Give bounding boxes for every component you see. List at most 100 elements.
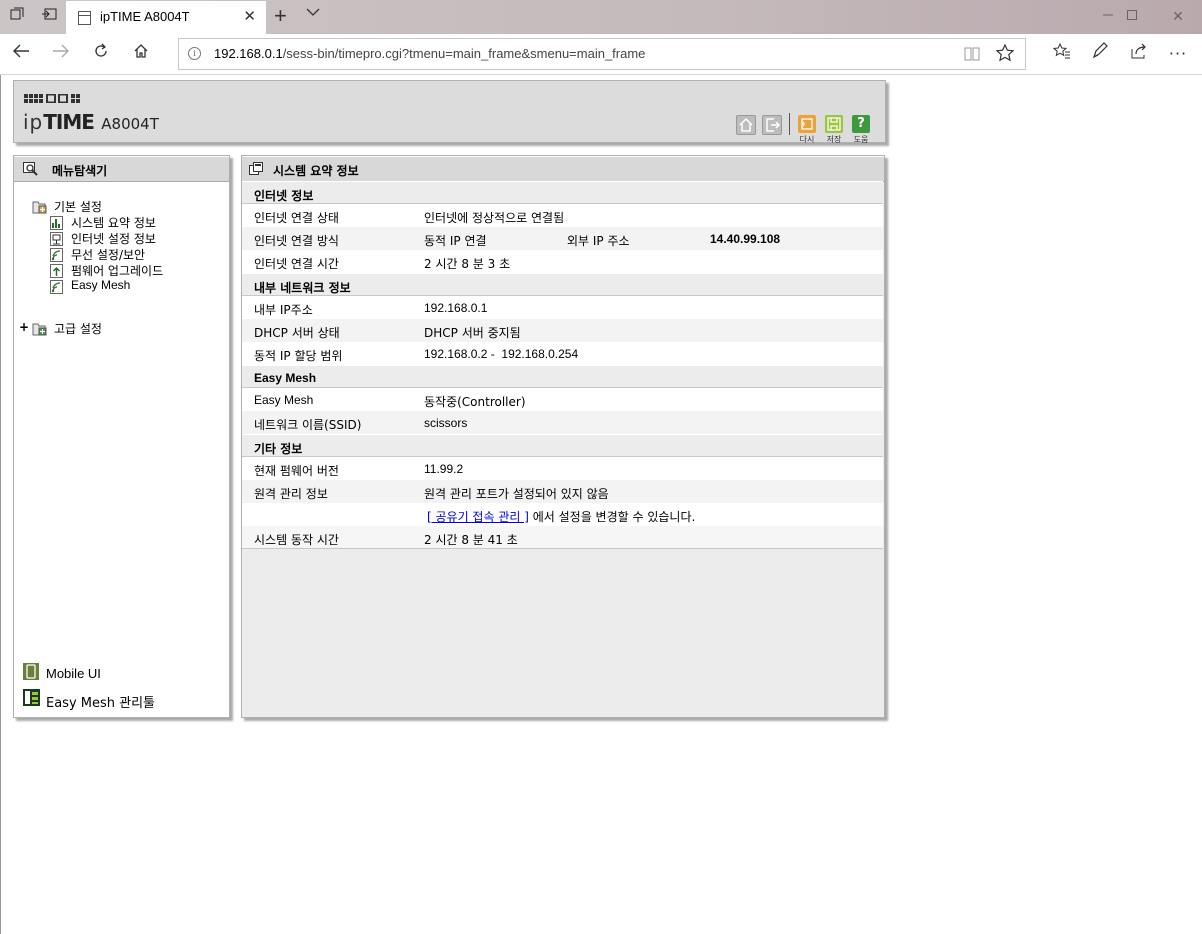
- home-icon[interactable]: [736, 115, 756, 135]
- menu-wireless-security[interactable]: 무선 설정/보안: [71, 246, 145, 263]
- network-icon: [50, 232, 63, 246]
- section-other-info: 기타 정보: [242, 434, 883, 457]
- row-value: 192.168.0.2 - 192.168.0.254: [424, 347, 579, 361]
- close-tab-icon[interactable]: ✕: [243, 7, 256, 25]
- logout-icon[interactable]: [762, 115, 782, 135]
- table-row: 원격 관리 정보 원격 관리 포트가 설정되어 있지 않음: [242, 480, 883, 503]
- brand-logo: ipTIME A8004T: [23, 110, 159, 134]
- page-icon: [78, 11, 91, 25]
- plus-icon[interactable]: +: [274, 4, 287, 28]
- menu-internet-settings[interactable]: 인터넷 설정 정보: [71, 230, 156, 247]
- section-title: 인터넷 정보: [254, 189, 314, 203]
- favorites-hub-icon[interactable]: [1050, 42, 1074, 66]
- row-label: 네트워크 이름(SSID): [254, 418, 362, 432]
- row-label: DHCP 서버 상태: [254, 326, 340, 340]
- table-row: 인터넷 연결 시간 2 시간 8 분 3 초: [242, 250, 883, 273]
- refresh-icon[interactable]: [89, 42, 113, 66]
- row-value: 동적 IP 연결: [424, 234, 487, 248]
- menu-system-summary[interactable]: 시스템 요약 정보: [71, 214, 156, 231]
- menu-explorer-panel: 메뉴탐색기 기본 설정 시스템 요약 정보 인터넷 설정 정보 무선 설정/보안: [13, 155, 230, 718]
- section-title: 내부 네트워크 정보: [254, 281, 351, 295]
- row-value: 192.168.0.1: [424, 301, 488, 315]
- browser-titlebar: ipTIME A8004T ✕ + ✕: [0, 0, 1202, 34]
- menu-basic-settings[interactable]: 기본 설정: [54, 198, 102, 215]
- model-name: A8004T: [101, 115, 159, 133]
- maximize-icon[interactable]: [1120, 6, 1144, 28]
- back-arrow-icon[interactable]: [9, 42, 33, 66]
- forward-arrow-icon[interactable]: [49, 42, 73, 66]
- row-label: 인터넷 연결 방식: [254, 234, 339, 248]
- row-value: 2 시간 8 분 41 초: [424, 533, 518, 547]
- reload-icon[interactable]: [798, 115, 816, 133]
- section-title: 기타 정보: [254, 442, 303, 456]
- section-easy-mesh: Easy Mesh: [242, 365, 883, 388]
- section-title: Easy Mesh: [254, 371, 317, 385]
- menu-easy-mesh[interactable]: Easy Mesh: [71, 278, 130, 292]
- more-icon[interactable]: ···: [1166, 42, 1190, 66]
- share-icon[interactable]: [1128, 42, 1152, 66]
- row-value: 11.99.2: [424, 462, 464, 476]
- menu-firmware-upgrade[interactable]: 펌웨어 업그레이드: [71, 262, 163, 279]
- row-label: 원격 관리 정보: [254, 487, 328, 501]
- link-description: 에서 설정을 변경할 수 있습니다.: [528, 510, 696, 524]
- address-bar[interactable]: i 192.168.0.1/sess-bin/timepro.cgi?tmenu…: [178, 38, 1026, 70]
- menu-explorer-title: 메뉴탐색기: [52, 164, 108, 178]
- summary-table: 인터넷 정보 인터넷 연결 상태 인터넷에 정상적으로 연결됨 인터넷 연결 방…: [242, 181, 883, 549]
- table-row: [ 공유기 접속 관리 ] 에서 설정을 변경할 수 있습니다.: [242, 503, 883, 526]
- row-label: 시스템 동작 시간: [254, 533, 339, 547]
- folder-icon: [32, 322, 47, 336]
- reload-label: 다시: [799, 135, 815, 144]
- row-label: Easy Mesh: [254, 393, 314, 407]
- row-value: 원격 관리 포트가 설정되어 있지 않음: [424, 487, 609, 501]
- browser-toolbar: i 192.168.0.1/sess-bin/timepro.cgi?tmenu…: [0, 34, 1202, 75]
- reading-view-icon[interactable]: [964, 46, 980, 65]
- help-icon[interactable]: ?: [852, 115, 870, 133]
- system-summary-header: 시스템 요약 정보: [242, 156, 884, 182]
- toolbar-divider: [789, 113, 790, 135]
- chart-icon: [50, 216, 63, 230]
- row-value: 2 시간 8 분 3 초: [424, 257, 511, 271]
- help-label: 도움: [853, 135, 869, 144]
- upgrade-icon: [50, 264, 63, 278]
- router-header: ipTIME A8004T 다시 저장 ? 도움: [13, 80, 886, 144]
- row-value: DHCP 서버 중지됨: [424, 326, 521, 340]
- menu-advanced-settings[interactable]: 고급 설정: [54, 320, 102, 337]
- row-label: 동적 IP 할당 범위: [254, 349, 343, 363]
- mesh-tool-icon: [23, 689, 40, 706]
- tab-actions-icon[interactable]: [6, 6, 28, 28]
- save-label: 저장: [826, 135, 842, 144]
- section-internal-network: 내부 네트워크 정보: [242, 273, 883, 296]
- close-window-icon[interactable]: ✕: [1166, 6, 1190, 28]
- mobile-ui-link[interactable]: Mobile UI: [46, 666, 101, 681]
- external-ip-value: 14.40.99.108: [710, 232, 781, 246]
- row-label: 인터넷 연결 상태: [254, 211, 339, 225]
- save-icon[interactable]: [825, 115, 843, 133]
- browser-tab[interactable]: ipTIME A8004T ✕: [66, 1, 266, 34]
- url-text[interactable]: 192.168.0.1/sess-bin/timepro.cgi?tmenu=m…: [214, 46, 645, 61]
- row-value: 인터넷에 정상적으로 연결됨: [424, 211, 565, 225]
- home-icon[interactable]: [129, 42, 153, 66]
- system-summary-panel: 시스템 요약 정보 인터넷 정보 인터넷 연결 상태 인터넷에 정상적으로 연결…: [241, 155, 885, 718]
- row-label: 내부 IP주소: [254, 303, 313, 317]
- pen-icon[interactable]: [1088, 42, 1112, 66]
- row-value: 동작중(Controller): [424, 395, 526, 409]
- folder-open-icon: [32, 200, 47, 214]
- router-access-settings-link[interactable]: [ 공유기 접속 관리 ]: [427, 510, 529, 524]
- page-content: ipTIME A8004T 다시 저장 ? 도움 메뉴탐색기 기본 설정 시스템…: [0, 75, 1202, 934]
- set-aside-tabs-icon[interactable]: [38, 6, 60, 28]
- table-row: DHCP 서버 상태 DHCP 서버 중지됨: [242, 319, 883, 342]
- expand-advanced-icon[interactable]: +: [19, 320, 29, 334]
- table-row: Easy Mesh 동작중(Controller): [242, 388, 883, 411]
- menu-explorer-header: 메뉴탐색기: [14, 156, 229, 182]
- chevron-down-icon[interactable]: [306, 6, 326, 26]
- system-summary-title: 시스템 요약 정보: [273, 164, 359, 178]
- magnifier-icon: [23, 162, 39, 179]
- table-row: 인터넷 연결 방식 동적 IP 연결 외부 IP 주소 14.40.99.108: [242, 227, 883, 250]
- minimize-icon[interactable]: [1096, 6, 1120, 28]
- table-row: 네트워크 이름(SSID) scissors: [242, 411, 883, 434]
- table-row: 인터넷 연결 상태 인터넷에 정상적으로 연결됨: [242, 204, 883, 227]
- info-icon[interactable]: i: [188, 47, 201, 60]
- tab-title: ipTIME A8004T: [100, 9, 190, 24]
- favorite-star-icon[interactable]: [995, 43, 1015, 65]
- easy-mesh-tool-link[interactable]: Easy Mesh 관리툴: [46, 692, 155, 711]
